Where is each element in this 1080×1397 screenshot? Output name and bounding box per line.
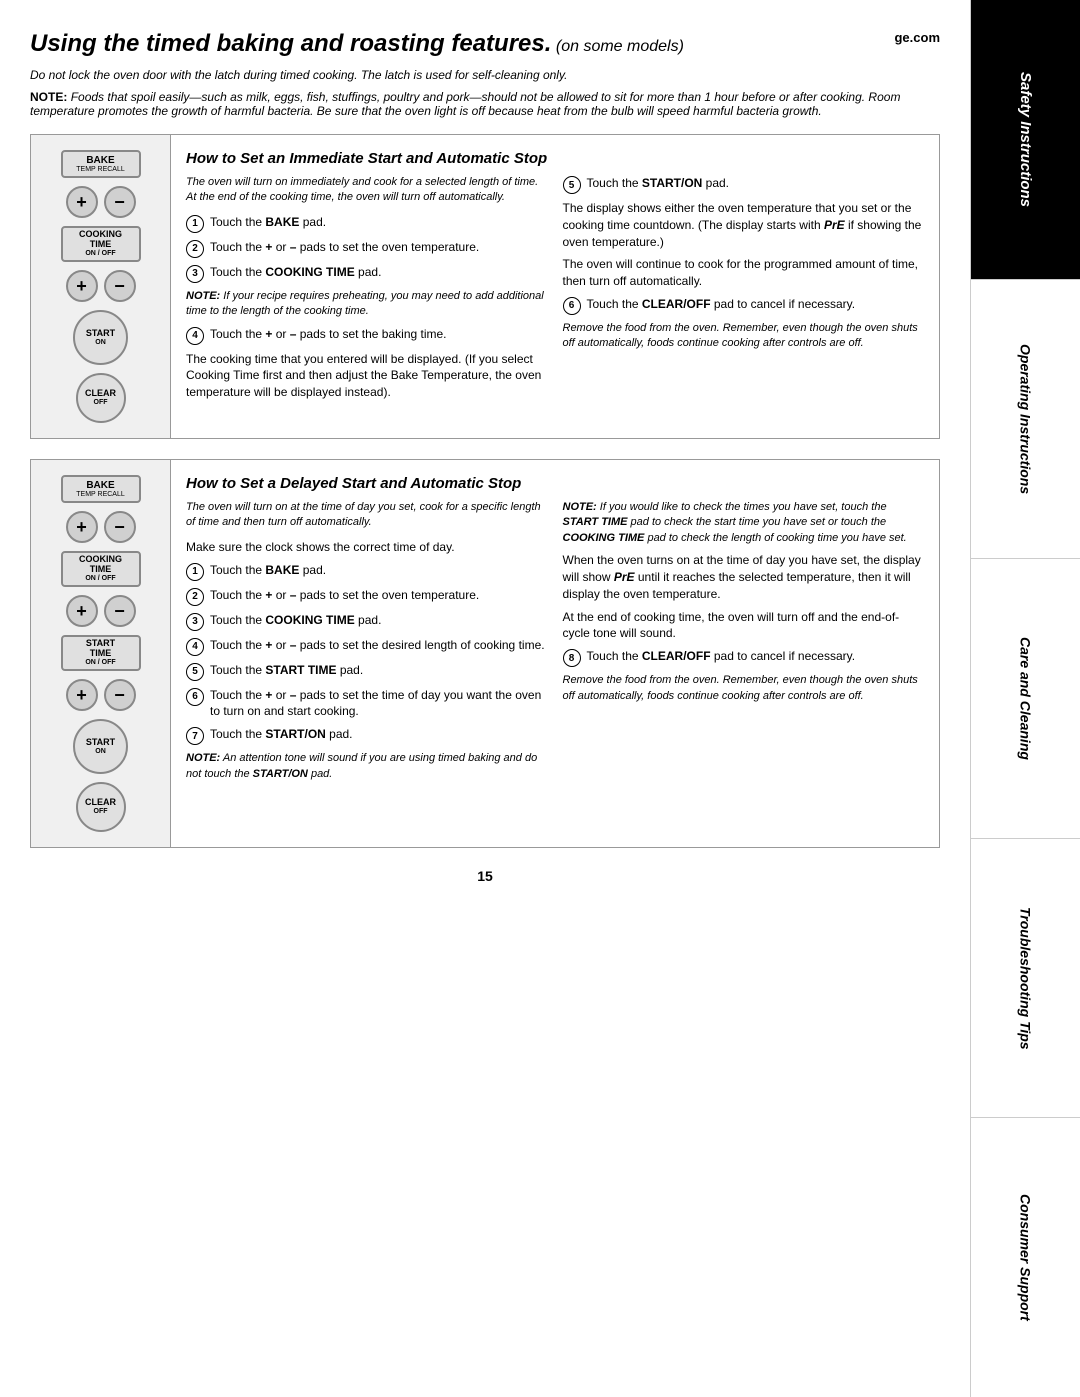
step1-4: 4 Touch the + or – pads to set the bakin… [186, 326, 548, 345]
sidebar-care: Care and Cleaning [971, 559, 1080, 839]
section1-intro: The oven will turn on immediately and co… [186, 175, 548, 206]
section1-note: NOTE: If your recipe requires preheating… [186, 289, 548, 320]
cooking-time-button-1[interactable]: COOKING TIME ON / OFF [61, 226, 141, 262]
bake-button-2[interactable]: BAKE TEMP RECALL [61, 475, 141, 503]
minus-button-5[interactable]: − [104, 679, 136, 711]
oven-control-panel-2: BAKE TEMP RECALL + − COOKING TIME ON / O… [31, 460, 171, 847]
step1-5: 5 Touch the START/ON pad. [563, 175, 925, 194]
minus-button-1[interactable]: − [104, 186, 136, 218]
section2-end-text: At the end of cooking time, the oven wil… [563, 609, 925, 643]
plus-button-4[interactable]: + [66, 595, 98, 627]
minus-button-2[interactable]: − [104, 270, 136, 302]
step2-7: 7 Touch the START/ON pad. [186, 726, 548, 745]
oven-control-panel-1: BAKE TEMP RECALL + − COOKING TIME ON / O… [31, 135, 171, 438]
step2-2: 2 Touch the + or – pads to set the oven … [186, 587, 548, 606]
section2-note-right: NOTE: If you would like to check the tim… [563, 500, 925, 546]
section1-heading: How to Set an Immediate Start and Automa… [186, 150, 924, 167]
cooking-time-button-2[interactable]: COOKING TIME ON / OFF [61, 551, 141, 587]
sidebar-troubleshooting: Troubleshooting Tips [971, 839, 1080, 1119]
ge-logo: ge.com [894, 30, 940, 45]
plus-button-2[interactable]: + [66, 270, 98, 302]
minus-button-4[interactable]: − [104, 595, 136, 627]
sidebar-safety: Safety Instructions [971, 0, 1080, 280]
step2-4: 4 Touch the + or – pads to set the desir… [186, 637, 548, 656]
page-header: Using the timed baking and roasting feat… [30, 30, 940, 58]
sidebar-operating: Operating Instructions [971, 280, 1080, 560]
step1-3: 3 Touch the COOKING TIME pad. [186, 264, 548, 283]
step1-2: 2 Touch the + or – pads to set the oven … [186, 239, 548, 258]
spoilage-note: NOTE: Foods that spoil easily—such as mi… [30, 90, 940, 118]
section2-make-sure: Make sure the clock shows the correct ti… [186, 539, 548, 556]
section2-heading: How to Set a Delayed Start and Automatic… [186, 475, 924, 492]
start-on-button-2[interactable]: START ON [73, 719, 128, 774]
clear-off-button-2[interactable]: CLEAR OFF [76, 782, 126, 832]
section2-note-bottom: NOTE: An attention tone will sound if yo… [186, 751, 548, 782]
plus-minus-row-5: + − [66, 679, 136, 711]
page-title: Using the timed baking and roasting feat… [30, 30, 684, 58]
clear-off-button-1[interactable]: CLEAR OFF [76, 373, 126, 423]
section1-body1: The cooking time that you entered will b… [186, 351, 548, 401]
step2-1: 1 Touch the BAKE pad. [186, 562, 548, 581]
page-number: 15 [30, 868, 940, 884]
plus-button-1[interactable]: + [66, 186, 98, 218]
section1-continue-text: The oven will continue to cook for the p… [563, 256, 925, 290]
section2-remove-text: Remove the food from the oven. Remember,… [563, 673, 925, 704]
step2-5: 5 Touch the START TIME pad. [186, 662, 548, 681]
plus-button-5[interactable]: + [66, 679, 98, 711]
section1-content: How to Set an Immediate Start and Automa… [171, 135, 939, 438]
section1-panel: BAKE TEMP RECALL + − COOKING TIME ON / O… [30, 134, 940, 439]
step2-8: 8 Touch the CLEAR/OFF pad to cancel if n… [563, 648, 925, 667]
sidebar-consumer: Consumer Support [971, 1118, 1080, 1397]
start-time-button-2[interactable]: START TIME ON / OFF [61, 635, 141, 671]
plus-minus-row-4: + − [66, 595, 136, 627]
step1-1: 1 Touch the BAKE pad. [186, 214, 548, 233]
section2-content: How to Set a Delayed Start and Automatic… [171, 460, 939, 847]
section1-remove-text: Remove the food from the oven. Remember,… [563, 321, 925, 352]
section2-when-text: When the oven turns on at the time of da… [563, 552, 925, 602]
plus-minus-row-2: + − [66, 270, 136, 302]
bake-button[interactable]: BAKE TEMP RECALL [61, 150, 141, 178]
right-sidebar: Safety Instructions Operating Instructio… [970, 0, 1080, 1397]
plus-minus-row-3: + − [66, 511, 136, 543]
plus-minus-row-1: + − [66, 186, 136, 218]
step1-6: 6 Touch the CLEAR/OFF pad to cancel if n… [563, 296, 925, 315]
step2-3: 3 Touch the COOKING TIME pad. [186, 612, 548, 631]
section1-display-text: The display shows either the oven temper… [563, 200, 925, 250]
plus-button-3[interactable]: + [66, 511, 98, 543]
door-warning: Do not lock the oven door with the latch… [30, 68, 940, 82]
section2-intro: The oven will turn on at the time of day… [186, 500, 548, 531]
start-on-button-1[interactable]: START ON [73, 310, 128, 365]
step2-6: 6 Touch the + or – pads to set the time … [186, 687, 548, 721]
section2-panel: BAKE TEMP RECALL + − COOKING TIME ON / O… [30, 459, 940, 848]
minus-button-3[interactable]: − [104, 511, 136, 543]
